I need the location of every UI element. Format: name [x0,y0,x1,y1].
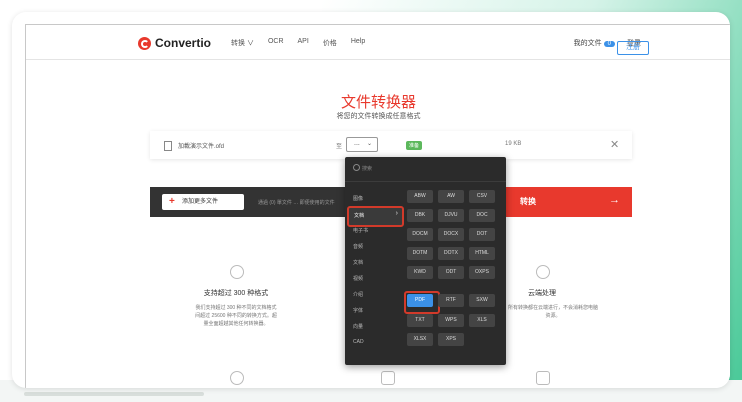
format-option[interactable]: DBK [407,209,433,222]
search-icon [353,164,360,171]
my-files-link[interactable]: 我的文件 0 [574,38,615,48]
format-option[interactable]: OXPS [469,266,495,279]
plus-icon: + [169,196,175,207]
menu-item-ocr[interactable]: OCR [268,38,284,48]
format-option[interactable]: ABW [407,190,433,203]
file-row: 加載演示文件.ofd 至 ... ⌄ 准备 19 KB ✕ [150,131,632,159]
menu-item-api[interactable]: API [298,38,309,48]
feature-desc-line: 间超过 25600 种不同的转换方式。超 [195,313,277,319]
feature-desc-line: 量全面超越其他任何转换器。 [203,321,269,327]
menu-item-help[interactable]: Help [351,38,365,48]
format-option[interactable]: DOC [469,209,495,222]
feature-desc-line: 所有转换都在云端进行，不会消耗您电脑 [507,305,598,311]
format-option[interactable]: ODT [438,266,464,279]
screenshot-card: Convertio 转换 ∨ OCR API 价格 Help 我的文件 0 登录 … [12,12,730,388]
menu-item-convert[interactable]: 转换 ∨ [231,38,254,48]
format-option[interactable]: RTF [438,294,464,307]
cloud-icon [536,265,550,279]
signup-button[interactable]: 注册 [617,41,649,55]
format-option[interactable]: DOTX [438,247,464,260]
format-option[interactable]: DOCM [407,228,433,241]
convert-button-label: 转换 [520,197,536,206]
category-document[interactable]: 文档 [353,259,363,266]
feature-desc-line: 资源。 [545,313,561,319]
format-option[interactable]: XPS [438,333,464,346]
my-files-label: 我的文件 [573,40,602,47]
feature-title-formats: 支持超过 300 种格式 [203,290,269,297]
shield-icon [381,371,395,385]
convertio-logo-icon [138,36,151,50]
logo-text: Convertio [155,36,212,50]
action-hint: 通過 (0) 單文件 … 即便使用的文件 [258,200,335,206]
add-more-files-label: 添加更多文件 [182,199,219,205]
chevron-down-icon: ⌄ [366,141,372,147]
format-search-placeholder: 搜索 [362,166,373,172]
category-presentation[interactable]: 介绍 [353,291,363,298]
pdf-highlight-ring [404,291,440,314]
formats-icon [230,265,244,279]
convert-button[interactable]: 转换 → [490,187,632,217]
feature-title-cloud: 云端处理 [528,290,556,297]
status-badge: 准备 [406,141,423,150]
add-more-files-button[interactable]: + 添加更多文件 [162,194,244,210]
target-format-select[interactable]: ... ⌄ [346,137,378,152]
format-option[interactable]: DOT [469,228,495,241]
target-format-value: ... [354,140,360,147]
category-label: 文档 [354,213,365,219]
format-option[interactable]: AW [438,190,464,203]
format-option[interactable]: SXW [469,294,495,307]
gear-icon [230,371,244,385]
category-font[interactable]: 字体 [353,307,363,314]
feature-desc-cloud: 所有转换都在云端进行，不会消耗您电脑 资源。 [498,304,608,320]
format-option[interactable]: WPS [438,314,464,327]
arrow-right-icon: → [609,194,620,206]
close-icon[interactable]: ✕ [610,138,619,151]
category-audio[interactable]: 音频 [353,243,363,250]
browser-page: Convertio 转换 ∨ OCR API 价格 Help 我的文件 0 登录 … [25,24,730,388]
format-option[interactable]: TXT [407,314,433,327]
format-dropdown: 搜索 图像 文档 › 电子书 音频 文档 视频 介绍 字体 向量 CAD ABW… [345,157,506,365]
main-menu: 转换 ∨ OCR API 价格 Help [231,38,365,48]
category-ebook[interactable]: 电子书 [353,227,368,234]
format-search[interactable]: 搜索 [345,157,506,182]
logo[interactable]: Convertio [138,36,211,50]
format-option[interactable]: HTML [469,247,495,260]
chevron-right-icon: › [395,210,398,217]
background-scrollbar [24,392,204,396]
to-label: 至 [336,144,343,150]
feature-desc-line: 我们支持超过 300 种不同的文档格式 [195,305,277,311]
format-option[interactable]: CSV [469,190,495,203]
my-files-count-badge: 0 [603,41,615,47]
format-option[interactable]: DOTM [407,247,433,260]
category-vector[interactable]: 向量 [353,323,363,330]
devices-icon [536,371,550,385]
file-name: 加載演示文件.ofd [178,144,225,150]
file-size: 19 KB [505,141,522,147]
category-document-selected[interactable]: 文档 › [347,206,404,227]
feature-desc-formats: 我们支持超过 300 种不同的文档格式 间超过 25600 种不同的转换方式。超… [166,304,306,328]
file-icon [164,141,172,151]
format-option[interactable]: KWD [407,266,433,279]
page-title: 文件转换器 [340,94,416,111]
format-option[interactable]: XLSX [407,333,433,346]
format-option[interactable]: DOCX [438,228,464,241]
top-navbar: Convertio 转换 ∨ OCR API 价格 Help 我的文件 0 登录 … [26,25,730,60]
format-option[interactable]: DJVU [438,209,464,222]
category-video[interactable]: 视频 [353,275,363,282]
category-cad[interactable]: CAD [353,339,364,345]
menu-item-pricing[interactable]: 价格 [323,38,337,48]
page-subtitle: 将您的文件转换成任意格式 [336,113,421,120]
category-image[interactable]: 图像 [353,195,363,202]
format-option[interactable]: XLS [469,314,495,327]
